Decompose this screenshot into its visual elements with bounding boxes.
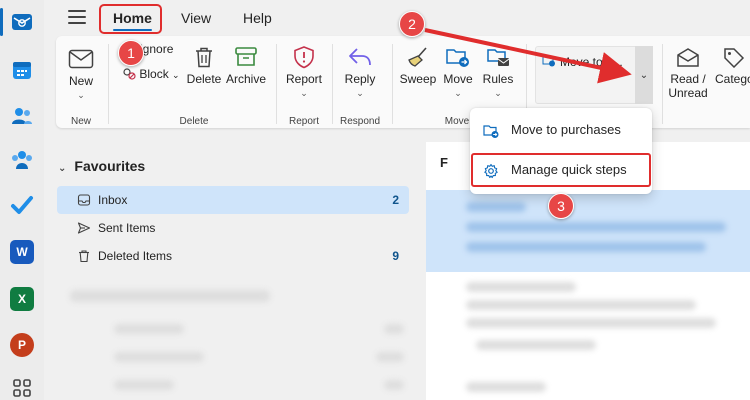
message-row — [466, 382, 546, 392]
trash-icon — [184, 42, 224, 72]
blurred-folder — [114, 380, 174, 390]
message-list-header: F — [440, 155, 448, 170]
word-icon[interactable]: W — [10, 240, 34, 264]
gear-icon — [483, 163, 499, 179]
chevron-down-icon: ⌄ — [639, 69, 649, 81]
trash-icon — [77, 249, 91, 263]
chevron-down-icon: ⌄ — [58, 163, 67, 174]
sweep-button[interactable]: Sweep — [398, 42, 438, 86]
divider — [332, 44, 333, 124]
active-app-indicator — [0, 8, 3, 36]
ignore-button[interactable]: Ignore — [122, 42, 173, 56]
folder-pane: ⌄ Favourites Inbox 2 Sent Items Deleted I… — [44, 134, 414, 400]
rules-envelope-icon — [480, 42, 516, 72]
blurred-account — [70, 290, 270, 302]
chevron-down-icon[interactable]: ⌄ — [284, 88, 324, 99]
calendar-icon[interactable] — [10, 58, 34, 82]
folder-item-sent[interactable]: Sent Items — [57, 214, 409, 242]
menu-item-manage-quick-steps[interactable]: Manage quick steps — [470, 152, 652, 188]
teams-groups-icon[interactable] — [10, 148, 34, 172]
archive-icon — [226, 42, 266, 72]
quick-step-item-label: Move to p... — [560, 55, 623, 69]
folder-move-icon — [440, 42, 476, 72]
tab-help[interactable]: Help — [243, 10, 272, 26]
chevron-down-icon[interactable]: ⌄ — [340, 88, 380, 99]
unread-count: 2 — [392, 193, 399, 207]
broom-icon — [398, 42, 438, 72]
blurred-folder — [114, 352, 204, 362]
tag-icon — [712, 42, 750, 72]
divider — [108, 44, 109, 124]
divider — [662, 44, 663, 124]
inbox-icon — [77, 193, 91, 207]
shield-alert-icon — [284, 42, 324, 72]
block-button[interactable]: Block ⌄ — [122, 67, 180, 81]
tab-view[interactable]: View — [181, 10, 211, 26]
tab-home[interactable]: Home — [113, 10, 152, 31]
divider — [392, 44, 393, 124]
blurred-count — [376, 352, 404, 362]
report-button[interactable]: Report ⌄ — [284, 42, 324, 99]
outlook-mail-icon[interactable] — [10, 10, 34, 34]
folder-item-inbox[interactable]: Inbox 2 — [57, 186, 409, 214]
quick-steps-menu: Move to purchases Manage quick steps — [470, 108, 652, 194]
blurred-count — [384, 324, 404, 334]
people-icon[interactable] — [10, 104, 34, 128]
delete-button[interactable]: Delete — [184, 42, 224, 86]
top-tab-bar: Home View Help — [44, 0, 750, 36]
todo-check-icon[interactable] — [10, 193, 34, 217]
new-label: New — [68, 74, 93, 88]
favourites-header[interactable]: ⌄ Favourites — [58, 158, 145, 174]
message-row-selected[interactable] — [426, 190, 750, 272]
divider — [276, 44, 277, 124]
archive-button[interactable]: Archive — [226, 42, 266, 86]
message-row — [466, 282, 576, 292]
chevron-down-icon[interactable]: ⌄ — [440, 88, 476, 99]
menu-item-move-to-purchases[interactable]: Move to purchases — [470, 112, 652, 148]
reply-arrow-icon — [340, 42, 380, 72]
hamburger-menu-icon[interactable] — [68, 10, 86, 24]
folder-move-icon — [483, 123, 499, 139]
group-label-respond: Respond — [339, 116, 381, 127]
unread-count: 9 — [392, 249, 399, 263]
folder-item-deleted[interactable]: Deleted Items 9 — [57, 242, 409, 270]
blurred-count — [384, 380, 404, 390]
excel-icon[interactable]: X — [10, 287, 34, 311]
chevron-down-icon: ⌄ — [172, 70, 180, 80]
new-mail-button[interactable]: New ⌄ — [64, 44, 98, 101]
chevron-down-icon[interactable]: ⌄ — [480, 88, 516, 99]
read-unread-button[interactable]: Read / Unread — [666, 42, 710, 100]
rules-button[interactable]: Rules ⌄ — [480, 42, 516, 99]
group-label-report: Report — [288, 116, 319, 127]
powerpoint-icon[interactable]: P — [10, 333, 34, 357]
ignore-icon — [122, 43, 136, 55]
block-icon — [122, 68, 136, 80]
app-bar: W X P — [0, 0, 44, 400]
chevron-down-icon[interactable]: ⌄ — [64, 90, 98, 101]
folder-move-icon — [542, 55, 556, 67]
categorize-button[interactable]: Catego — [712, 42, 750, 86]
envelope-open-icon — [666, 42, 710, 72]
group-label-delete: Delete — [179, 116, 209, 127]
group-label-new: New — [70, 116, 91, 127]
blurred-folder — [114, 324, 184, 334]
move-button[interactable]: Move ⌄ — [440, 42, 476, 99]
more-apps-icon[interactable] — [10, 376, 34, 400]
reply-button[interactable]: Reply ⌄ — [340, 42, 380, 99]
quick-steps-dropdown-button[interactable]: ⌄ — [635, 46, 653, 104]
mail-icon — [64, 44, 98, 74]
send-icon — [77, 221, 91, 235]
